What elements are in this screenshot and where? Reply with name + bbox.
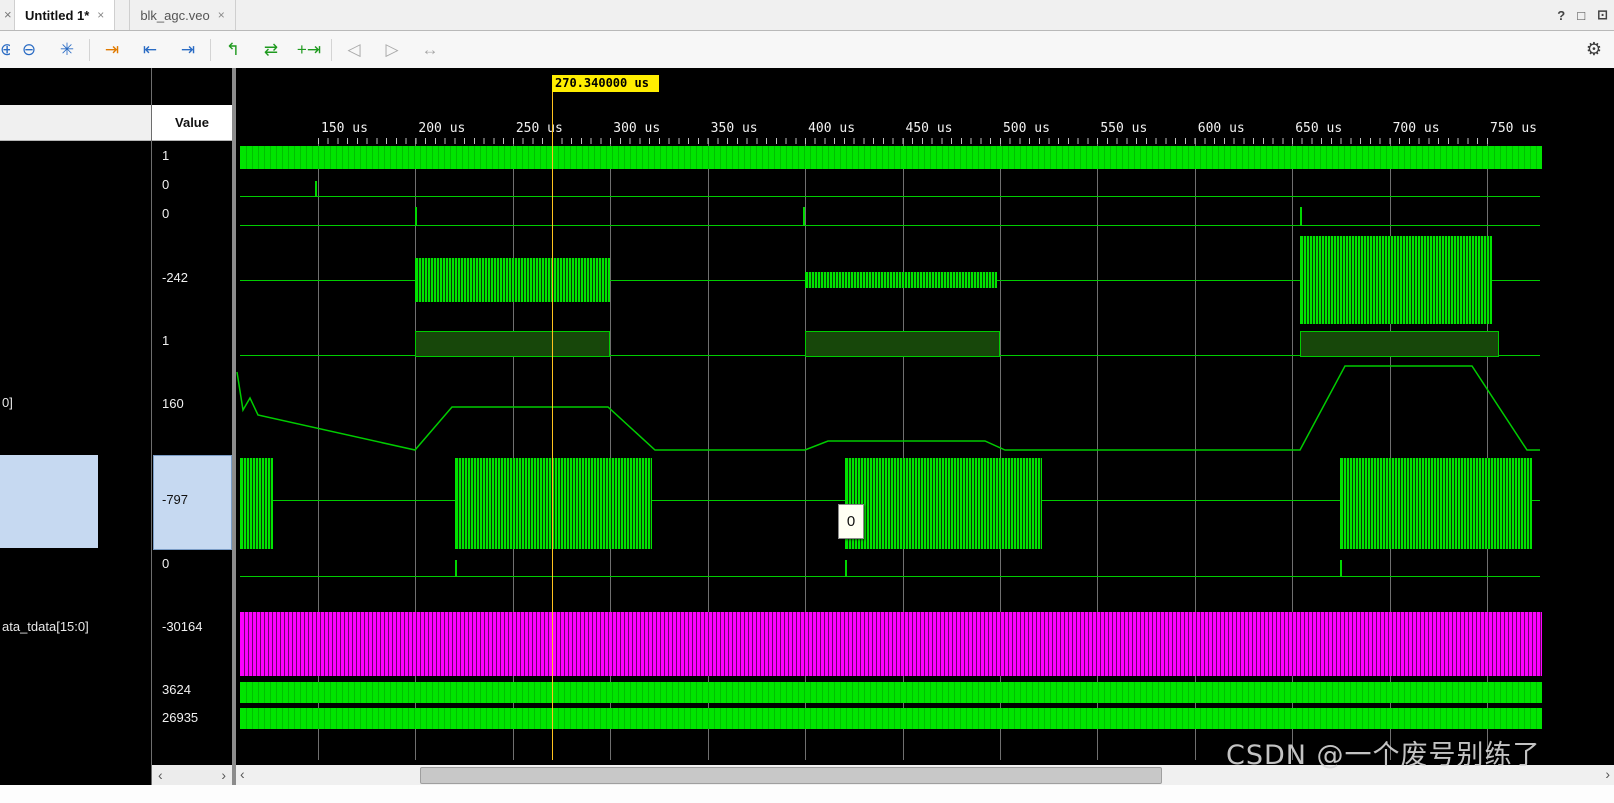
waveform-low-signal — [240, 576, 1540, 577]
waveform-pulse — [845, 560, 847, 577]
waveform-clock — [240, 146, 1542, 169]
waveform-pulse — [1300, 207, 1302, 226]
waveform-pulse — [315, 181, 317, 197]
tab-untitled[interactable]: Untitled 1* × — [14, 0, 116, 30]
waveform-burst — [1300, 236, 1492, 324]
close-icon[interactable]: × — [97, 8, 104, 22]
waveform-enable-pulse — [1300, 331, 1499, 357]
signal-value[interactable]: 26935 — [162, 710, 198, 725]
waveform-low-signal — [240, 225, 1540, 226]
time-tick-label: 400 us — [808, 121, 856, 136]
value-column-header: Value — [152, 105, 232, 141]
waveform-analog-ramp — [236, 365, 1540, 451]
waveform-low-signal — [240, 196, 1540, 197]
window-controls: ? □ ⊡ — [1557, 0, 1608, 30]
waveform-pulse — [415, 207, 417, 226]
waveform-canvas[interactable]: 150 us 200 us 250 us 300 us 350 us 400 us 450 … — [236, 68, 1614, 785]
time-tick-label: 650 us — [1295, 121, 1343, 136]
scroll-left-icon[interactable]: ‹ — [240, 767, 245, 781]
close-icon[interactable]: × — [4, 7, 12, 22]
signal-value[interactable]: 0 — [162, 556, 169, 571]
signal-value[interactable]: 0 — [162, 177, 169, 192]
time-cursor[interactable] — [552, 92, 553, 760]
tab-label: blk_agc.veo — [140, 7, 210, 23]
time-tick-label: 200 us — [418, 121, 466, 136]
previous-edge-icon[interactable]: ↰ — [214, 41, 252, 58]
time-tick-label: 600 us — [1197, 121, 1245, 136]
waveform-enable-pulse — [805, 331, 1000, 357]
scroll-left-icon[interactable]: ‹ — [158, 768, 163, 782]
time-tick-label: 450 us — [905, 121, 953, 136]
next-marker-icon[interactable]: ▷ — [373, 41, 411, 58]
waveform-enable-pulse — [415, 331, 610, 357]
signal-value[interactable]: 160 — [162, 396, 184, 411]
zoom-fit-icon[interactable]: ✳ — [48, 41, 86, 58]
signal-value[interactable]: 3624 — [162, 682, 191, 697]
go-to-start-icon[interactable]: ⇤ — [131, 41, 169, 58]
help-icon[interactable]: ? — [1557, 8, 1565, 23]
waveform-burst — [805, 272, 997, 288]
signal-name[interactable]: ata_tdata[15:0] — [2, 619, 89, 634]
signal-value[interactable]: 0 — [162, 206, 169, 221]
waveform-bus — [240, 682, 1542, 703]
toolbar-separator — [210, 38, 211, 61]
csdn-watermark: CSDN @一个废号别练了 — [1226, 740, 1541, 771]
float-icon[interactable]: ⊡ — [1597, 7, 1608, 23]
time-tick-label: 500 us — [1002, 121, 1050, 136]
maximize-icon[interactable]: □ — [1577, 8, 1585, 23]
selected-signal-highlight[interactable] — [0, 455, 98, 548]
tab-bar: × Untitled 1* × blk_agc.veo × ? □ ⊡ — [0, 0, 1614, 31]
waveform-burst — [845, 458, 1042, 549]
time-tick-label: 550 us — [1100, 121, 1148, 136]
next-transition-icon[interactable]: ⇥ — [93, 41, 131, 58]
signal-value[interactable]: -30164 — [162, 619, 202, 634]
waveform-burst — [240, 458, 273, 549]
waveform-pulse — [1340, 560, 1342, 577]
waveform-burst — [1340, 458, 1532, 549]
waveform-simulator-window: × Untitled 1* × blk_agc.veo × ? □ ⊡ ⊕ ⊖ … — [0, 0, 1614, 803]
value-column: Value 1 0 0 -242 1 160 -797 0 -30164 362… — [152, 68, 232, 785]
go-to-end-icon[interactable]: ⇥ — [169, 41, 207, 58]
scroll-right-icon[interactable]: › — [221, 768, 226, 782]
signal-name[interactable]: 0] — [2, 395, 13, 410]
names-header — [0, 105, 151, 141]
settings-gear-icon[interactable]: ⚙ — [1586, 39, 1602, 60]
waveform-pulse — [455, 560, 457, 577]
time-tick-label: 250 us — [515, 121, 563, 136]
waveform-magenta-bus — [240, 612, 1542, 676]
scroll-right-icon[interactable]: › — [1605, 767, 1610, 781]
time-tick-label: 150 us — [321, 121, 368, 136]
time-cursor-label[interactable]: 270.340000 us — [552, 75, 659, 92]
time-tick-label: 750 us — [1490, 121, 1537, 136]
tab-label: Untitled 1* — [25, 7, 90, 23]
window-bottom-edge — [0, 785, 1614, 803]
signal-names-panel: 0] ata_tdata[15:0] — [0, 68, 151, 785]
zoom-out-icon[interactable]: ⊖ — [10, 41, 48, 58]
waveform-toolbar: ⊕ ⊖ ✳ ⇥ ⇤ ⇥ ↰ ⇄ +⇥ ◁ ▷ ↔ ⚙ — [0, 31, 1614, 69]
waveform-bus — [240, 708, 1542, 729]
waveform-burst — [415, 258, 610, 302]
time-tick-label: 700 us — [1392, 121, 1440, 136]
clipped-icon[interactable]: ⊕ — [0, 41, 10, 58]
names-panel-scrollbar: ‹ › — [152, 765, 232, 785]
waveform-burst — [455, 458, 652, 549]
signal-value[interactable]: -242 — [162, 270, 188, 285]
marker-range-icon[interactable]: ↔ — [411, 41, 449, 58]
signal-value[interactable]: 1 — [162, 148, 169, 163]
swap-edges-icon[interactable]: ⇄ — [252, 41, 290, 58]
signal-value[interactable]: 1 — [162, 333, 169, 348]
tab-blk-agc-veo[interactable]: blk_agc.veo × — [129, 0, 236, 30]
timeline-ruler[interactable] — [318, 138, 1496, 144]
time-tick-label: 350 us — [710, 121, 758, 136]
signal-value-selected[interactable]: -797 — [162, 492, 188, 507]
toolbar-separator — [331, 38, 332, 61]
add-marker-icon[interactable]: +⇥ — [290, 41, 328, 58]
previous-marker-icon[interactable]: ◁ — [335, 41, 373, 58]
close-icon[interactable]: × — [218, 8, 225, 22]
scrollbar-thumb[interactable] — [420, 767, 1162, 784]
waveform-pulse — [803, 207, 805, 226]
value-tooltip: 0 — [838, 504, 864, 539]
time-tick-label: 300 us — [613, 121, 661, 136]
toolbar-separator — [89, 38, 90, 61]
